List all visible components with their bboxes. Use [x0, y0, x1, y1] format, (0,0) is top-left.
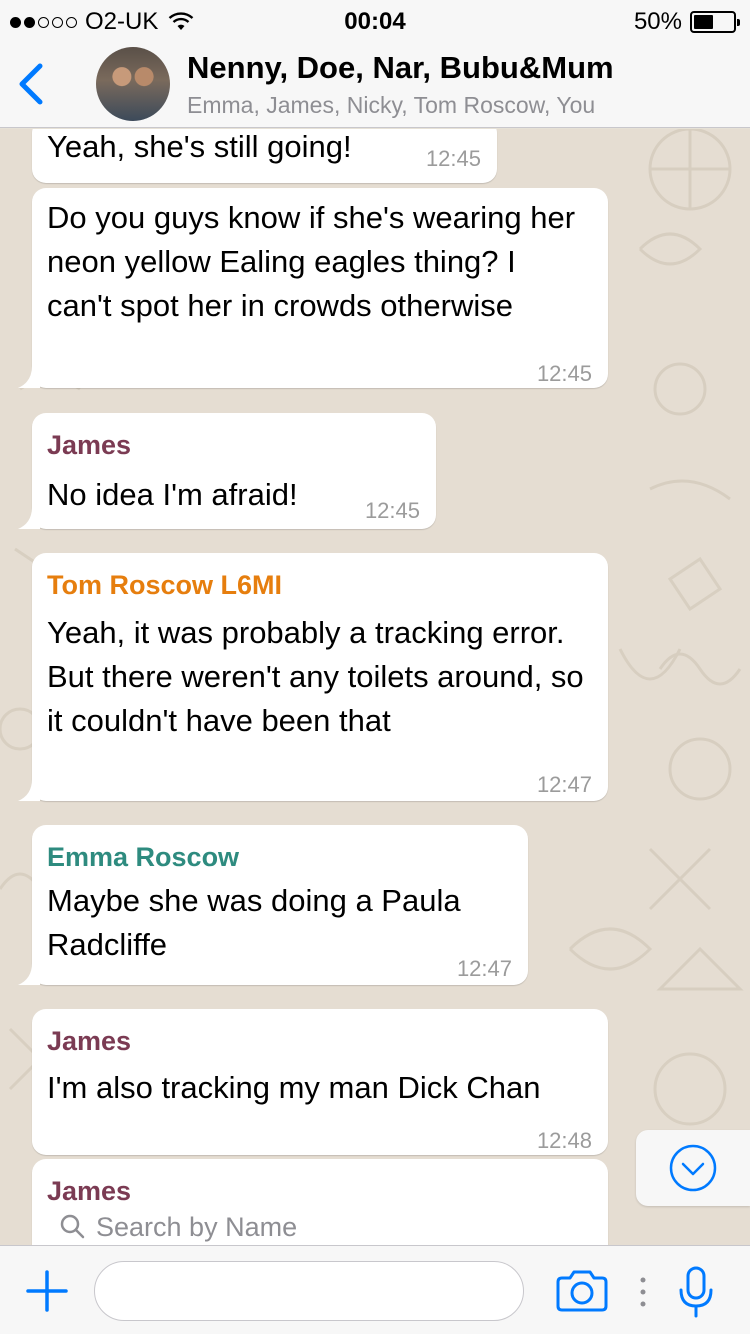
message-bubble[interactable]: Tom Roscow L6MI Yeah, it was probably a …: [18, 553, 608, 801]
sender-name[interactable]: James: [47, 1169, 131, 1213]
message-bubble[interactable]: James Search by Name: [32, 1159, 608, 1245]
message-time: 12:47: [536, 772, 592, 797]
message-time: 12:47: [456, 956, 512, 981]
message-time: 12:48: [536, 1128, 592, 1153]
chat-title[interactable]: Nenny, Doe, Nar, Bubu&Mum: [187, 50, 614, 86]
camera-button[interactable]: [554, 1268, 610, 1314]
battery-percent: 50%: [633, 8, 682, 35]
message-text: Yeah, she's still going!: [47, 129, 352, 164]
bubble-tail: [18, 779, 40, 801]
message-input[interactable]: [94, 1261, 524, 1321]
back-button[interactable]: [12, 56, 52, 112]
status-bar: O2-UK 00:04 50%: [0, 0, 750, 40]
battery-icon: [690, 11, 740, 33]
sender-name[interactable]: James: [47, 423, 131, 467]
bubble-tail: [18, 366, 40, 388]
voice-record-button[interactable]: [676, 1264, 716, 1320]
chat-participants[interactable]: Emma, James, Nicky, Tom Roscow, You: [187, 92, 595, 119]
message-bubble[interactable]: James I'm also tracking my man Dick Chan…: [32, 1009, 608, 1155]
chat-area[interactable]: Yeah, she's still going! 12:45 Do you gu…: [0, 129, 750, 1245]
message-text: No idea I'm afraid!: [47, 477, 298, 512]
message-bubble[interactable]: Do you guys know if she's wearing her ne…: [18, 188, 608, 388]
scroll-to-bottom-button[interactable]: [636, 1130, 750, 1206]
message-time: 12:45: [425, 146, 481, 171]
sender-name[interactable]: James: [47, 1019, 131, 1063]
search-placeholder: Search by Name: [96, 1212, 298, 1242]
microphone-icon: [679, 1266, 713, 1318]
bubble-tail: [18, 507, 40, 529]
message-text: Yeah, it was probably a tracking error. …: [47, 615, 584, 738]
message-time: 12:45: [364, 498, 420, 523]
bubble-tail: [18, 963, 40, 985]
battery-fill: [694, 15, 713, 29]
chevron-left-icon: [19, 63, 43, 105]
chevron-down-circle-icon: [669, 1144, 717, 1192]
attach-button[interactable]: [24, 1268, 70, 1314]
chat-header: Nenny, Doe, Nar, Bubu&Mum Emma, James, N…: [0, 40, 750, 128]
group-avatar[interactable]: [96, 47, 170, 121]
message-bubble[interactable]: Emma Roscow Maybe she was doing a Paula …: [18, 825, 528, 985]
input-bar: [0, 1245, 750, 1334]
message-text: Do you guys know if she's wearing her ne…: [47, 200, 576, 323]
message-text: I'm also tracking my man Dick Chan: [47, 1070, 541, 1105]
more-options-button[interactable]: [636, 1272, 650, 1312]
message-bubble[interactable]: James No idea I'm afraid! 12:45: [18, 413, 436, 529]
plus-icon: [26, 1270, 68, 1312]
sender-name[interactable]: Emma Roscow: [47, 835, 239, 879]
message-time: 12:45: [536, 361, 592, 386]
status-right: 50%: [633, 8, 740, 36]
shared-search-box[interactable]: Search by Name: [46, 1209, 606, 1245]
sender-name[interactable]: Tom Roscow L6MI: [47, 563, 282, 607]
search-icon: [60, 1214, 85, 1239]
camera-icon: [556, 1270, 608, 1312]
message-text: Maybe she was doing a Paula Radcliffe: [47, 883, 461, 962]
message-bubble[interactable]: Yeah, she's still going! 12:45: [32, 129, 497, 183]
more-dots-icon: [640, 1277, 646, 1307]
